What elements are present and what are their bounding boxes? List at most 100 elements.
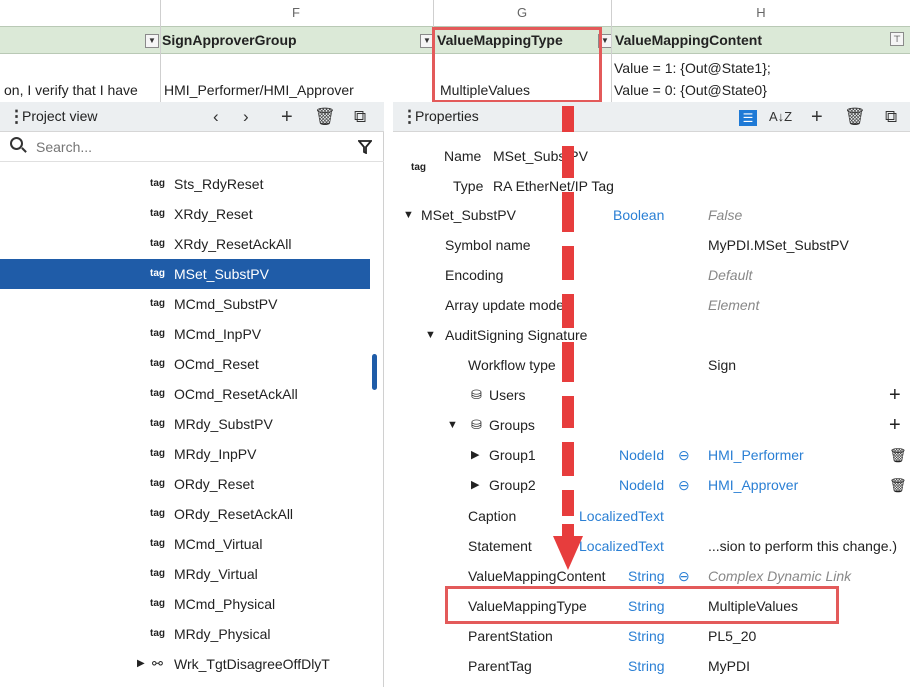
prop-row-users[interactable]: ⛁ Users + xyxy=(393,380,910,410)
tag-icon: tag xyxy=(150,358,165,369)
prop-row-group2[interactable]: ▶ Group2 NodeId ⊖ HMI_Approver 🗑 xyxy=(393,470,910,500)
highlight-box-value-mapping-type xyxy=(445,586,839,624)
tree-item[interactable]: tag ORdy_Reset xyxy=(0,469,370,499)
column-letter-g[interactable]: G xyxy=(434,0,610,26)
prop-value[interactable]: MyPDI xyxy=(708,651,750,681)
add-user-icon[interactable]: + xyxy=(889,380,901,410)
tree-item[interactable]: tag MRdy_Virtual xyxy=(0,559,370,589)
tree-item-label: MCmd_Physical xyxy=(174,596,276,612)
prop-row-symbol-name[interactable]: Symbol name MyPDI.MSet_SubstPV xyxy=(393,230,910,260)
prop-name: MSet_SubstPV xyxy=(421,207,516,223)
prop-name: Workflow type xyxy=(468,357,556,373)
prop-row-root[interactable]: ▼ MSet_SubstPV Boolean False xyxy=(393,200,910,230)
prop-row-group1[interactable]: ▶ Group1 NodeId ⊖ HMI_Performer 🗑 xyxy=(393,440,910,470)
popout-icon[interactable]: ⧉ xyxy=(885,106,897,128)
prop-value[interactable]: ...sion to perform this change.) xyxy=(708,531,897,561)
prop-row-groups[interactable]: ▼ ⛁ Groups + xyxy=(393,410,910,440)
caret-right-icon[interactable]: ▶ xyxy=(471,470,479,500)
add-icon[interactable]: + xyxy=(811,106,823,128)
scrollbar-thumb[interactable] xyxy=(372,354,377,390)
tree-item[interactable]: tag MCmd_Physical xyxy=(0,589,370,619)
tree-item[interactable]: tag XRdy_Reset xyxy=(0,199,370,229)
project-view-titlebar: ⋮ Project view ‹ › + 🗑 ⧉ xyxy=(0,102,384,132)
prop-value[interactable]: HMI_Performer xyxy=(708,440,804,470)
prop-row-workflow-type[interactable]: Workflow type Sign xyxy=(393,350,910,380)
sort-az-icon[interactable]: A↓Z xyxy=(769,106,792,128)
popout-icon[interactable]: ⧉ xyxy=(354,106,366,128)
caret-right-icon[interactable]: ▶ xyxy=(137,649,145,679)
tree-item[interactable]: tag MRdy_SubstPV xyxy=(0,409,370,439)
tree-item[interactable]: tag Sts_RdyReset xyxy=(0,169,370,199)
tree-item[interactable]: tag MCmd_Virtual xyxy=(0,529,370,559)
tree-item[interactable]: tag MRdy_Physical xyxy=(0,619,370,649)
structure-icon: ⚯ xyxy=(152,656,163,671)
search-input[interactable] xyxy=(34,136,334,158)
prop-value[interactable]: Sign xyxy=(708,350,736,380)
prop-name: Group1 xyxy=(489,447,536,463)
tree-item-folder[interactable]: ▶ ⚯ Wrk_TgtDisagreeOffDlyT xyxy=(0,649,370,679)
project-view-panel: ⋮ Project view ‹ › + 🗑 ⧉ tag Sts_RdyReset… xyxy=(0,102,384,687)
trash-icon[interactable]: 🗑 xyxy=(314,106,336,128)
cell-mapping-content-line2[interactable]: Value = 0: {Out@State0} xyxy=(614,82,767,98)
tree-item[interactable]: tag MRdy_InpPV xyxy=(0,439,370,469)
tree-item[interactable]: tag OCmd_ResetAckAll xyxy=(0,379,370,409)
header-label: ValueMappingContent xyxy=(615,32,762,48)
prop-row-parent-station[interactable]: ParentStation String PL5_20 xyxy=(393,621,910,651)
trash-icon[interactable]: 🗑 xyxy=(889,440,907,470)
caret-right-icon[interactable]: ▶ xyxy=(471,440,479,470)
tree-item[interactable]: tag ORdy_ResetAckAll xyxy=(0,499,370,529)
tag-icon: tag xyxy=(150,418,165,429)
column-divider xyxy=(611,0,612,102)
prop-row-caption[interactable]: Caption LocalizedText xyxy=(393,501,910,531)
column-letter-f[interactable]: F xyxy=(160,0,432,26)
trash-icon[interactable]: 🗑 xyxy=(844,106,866,128)
tag-icon: tag xyxy=(150,628,165,639)
caret-down-icon[interactable]: ▼ xyxy=(425,320,436,350)
tree-item[interactable]: tag OCmd_Reset xyxy=(0,349,370,379)
prop-value[interactable]: False xyxy=(708,200,742,230)
prop-name: ParentStation xyxy=(468,628,553,644)
tree-item[interactable]: tag XRdy_ResetAckAll xyxy=(0,229,370,259)
tree-item[interactable]: tag MCmd_InpPV xyxy=(0,319,370,349)
prop-value[interactable]: MyPDI.MSet_SubstPV xyxy=(708,230,849,260)
prop-value[interactable]: PL5_20 xyxy=(708,621,756,651)
prop-row-auditsigning[interactable]: ▼ AuditSigning Signature xyxy=(393,320,910,350)
chevron-left-icon[interactable]: ‹ xyxy=(213,106,219,128)
prop-row-encoding[interactable]: Encoding Default xyxy=(393,260,910,290)
caret-down-icon[interactable]: ▼ xyxy=(447,410,458,440)
cell-approver-group[interactable]: HMI_Performer/HMI_Approver xyxy=(164,82,354,98)
header-value-mapping-content[interactable]: ▼ ValueMappingContent xyxy=(596,26,762,54)
users-icon: ⛁ xyxy=(471,387,482,402)
add-group-icon[interactable]: + xyxy=(889,410,901,440)
prop-name: ParentTag xyxy=(468,658,532,674)
prop-name: Symbol name xyxy=(445,237,531,253)
filter-active-icon[interactable]: ⊤ xyxy=(890,32,904,46)
add-icon[interactable]: + xyxy=(281,106,293,128)
tree-item-label: OCmd_ResetAckAll xyxy=(174,386,298,402)
filter-icon[interactable] xyxy=(358,140,372,154)
trash-icon[interactable]: 🗑 xyxy=(889,470,907,500)
cell-mapping-content-line1[interactable]: Value = 1: {Out@State1}; xyxy=(614,60,771,76)
properties-titlebar: ⋮ Properties ☰ A↓Z + 🗑 ⧉ xyxy=(393,102,910,132)
prop-row-array-update-mode[interactable]: Array update mode Element xyxy=(393,290,910,320)
column-letter-h[interactable]: H xyxy=(612,0,910,26)
prop-value[interactable]: Element xyxy=(708,290,759,320)
chevron-right-icon[interactable]: › xyxy=(243,106,249,128)
prop-value[interactable]: Default xyxy=(708,260,752,290)
prop-row-parent-tag[interactable]: ParentTag String MyPDI xyxy=(393,651,910,681)
tree-item[interactable]: tag MSet_SubstPV xyxy=(0,259,370,289)
prop-name: Group2 xyxy=(489,477,536,493)
prop-value[interactable]: HMI_Approver xyxy=(708,470,798,500)
prop-name: Array update mode xyxy=(445,297,565,313)
tree-item[interactable]: tag MCmd_SubstPV xyxy=(0,289,370,319)
tree-item-label: OCmd_Reset xyxy=(174,356,259,372)
tree-item-label: MRdy_SubstPV xyxy=(174,416,273,432)
spreadsheet-strip: F G H ▼ SignApproverGroup ▼ ValueMappingTy… xyxy=(0,0,910,103)
caret-down-icon[interactable]: ▼ xyxy=(403,200,414,230)
header-sign-approver-group[interactable]: ▼ SignApproverGroup xyxy=(143,26,297,54)
tree-item-label: XRdy_Reset xyxy=(174,206,253,222)
group-view-icon[interactable]: ☰ xyxy=(739,110,757,126)
filter-dropdown-icon[interactable]: ▼ xyxy=(145,34,159,49)
prop-row-statement[interactable]: Statement LocalizedText ...sion to perfo… xyxy=(393,531,910,561)
cell-statement-tail[interactable]: on, I verify that I have xyxy=(4,82,138,98)
